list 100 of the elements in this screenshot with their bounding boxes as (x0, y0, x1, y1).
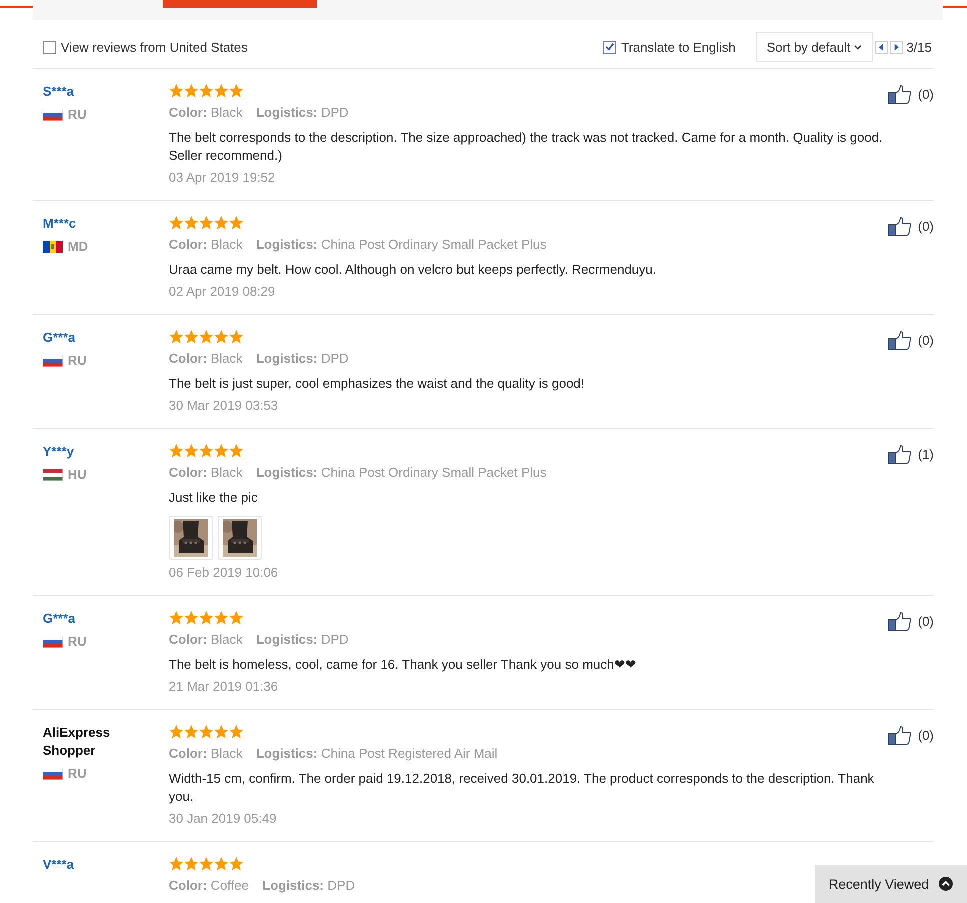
thumbs-up-icon (888, 217, 912, 236)
flag-icon (43, 354, 63, 366)
checkbox[interactable] (603, 40, 616, 54)
star-icon (229, 611, 244, 625)
reviewer-name[interactable]: V***a (43, 856, 123, 874)
star-icon (199, 857, 214, 871)
star-icon (214, 330, 229, 344)
logistics-label: Logistics: (256, 632, 318, 647)
star-icon (214, 84, 229, 98)
star-icon (184, 84, 199, 98)
review-date: 21 Mar 2019 01:36 (169, 679, 280, 694)
logistics-label: Logistics: (256, 351, 318, 366)
star-icon (214, 725, 229, 739)
country-code: RU (68, 107, 87, 122)
flag-icon (43, 768, 63, 780)
logistics-label: Logistics: (256, 105, 318, 120)
thumbs-up-icon (888, 726, 912, 745)
star-icon (169, 725, 184, 739)
star-icon (199, 725, 214, 739)
chevron-up-icon (939, 877, 954, 891)
star-icon (214, 444, 229, 458)
review-text: The belt corresponds to the description. The size approached) the track was not tracked. Came for a month. Quality is good. Seller recommend.) (169, 129, 884, 165)
checkbox[interactable] (43, 40, 56, 54)
star-icon (169, 611, 184, 625)
reviewer-name[interactable]: G***a (43, 610, 123, 628)
logistics-label: Logistics: (256, 237, 318, 252)
reviewer-name[interactable]: S***a (43, 83, 123, 101)
photo-thumbnail[interactable] (169, 516, 213, 560)
like-button[interactable]: (0) (888, 85, 934, 104)
logistics-label: Logistics: (262, 878, 324, 893)
star-icon (229, 857, 244, 871)
logistics-value: DPD (321, 632, 349, 647)
logistics-value: China Post Ordinary Small Packet Plus (321, 465, 547, 480)
previous-page-button[interactable] (874, 40, 888, 54)
star-icon (229, 725, 244, 739)
flag-icon (43, 108, 63, 120)
reviewer-name[interactable]: Y***y (43, 443, 123, 461)
star-icon (169, 330, 184, 344)
review-date: 30 Jan 2019 05:49 (169, 811, 278, 826)
translate-checkbox[interactable]: Translate to English (603, 40, 736, 54)
reviewer-name[interactable]: G***a (43, 329, 123, 347)
star-icon (229, 216, 244, 230)
caret-icon (854, 44, 862, 50)
review-date: 03 Apr 2019 19:52 (169, 170, 276, 185)
next-page-button[interactable] (890, 40, 903, 54)
star-icon (184, 611, 199, 625)
star-icon (229, 330, 244, 344)
star-icon (184, 444, 199, 458)
color-value: Black (210, 632, 243, 647)
logistics-label: Logistics: (256, 465, 318, 480)
star-icon (229, 444, 244, 458)
logistics-value: China Post Ordinary Small Packet Plus (321, 237, 547, 252)
like-button[interactable]: (1) (888, 445, 934, 464)
flag-icon (43, 468, 63, 480)
recently-viewed-button[interactable]: Recently Viewed (815, 865, 967, 903)
logistics-label: Logistics: (256, 746, 318, 761)
like-button[interactable]: (0) (888, 217, 934, 236)
flag-icon (43, 240, 63, 252)
thumbs-up-icon (888, 612, 912, 631)
review-text: Just like the pic (169, 489, 259, 507)
color-label: Color: (169, 237, 208, 252)
star-icon (199, 216, 214, 230)
color-label: Color: (169, 632, 208, 647)
star-icon (199, 84, 214, 98)
star-icon (199, 444, 214, 458)
country-code: MD (68, 239, 88, 254)
star-icon (169, 84, 184, 98)
review-text: The belt is homeless, cool, came for 16. Thank you seller Thank you so much❤❤ (169, 656, 638, 674)
star-icon (169, 857, 184, 871)
right-triangle-icon (894, 44, 899, 50)
star-icon (184, 725, 199, 739)
reviewer-name: AliExpress Shopper (43, 724, 112, 760)
review-text: Uraa came my belt. How cool. Although on velcro but keeps perfectly. Recrmenduyu. (169, 261, 658, 279)
country-code: HU (68, 467, 87, 482)
sort-dropdown[interactable]: Sort by default (756, 32, 873, 62)
like-button[interactable]: (0) (888, 726, 934, 745)
color-label: Color: (169, 351, 208, 366)
color-value: Black (210, 465, 243, 480)
like-button[interactable]: (0) (888, 612, 934, 631)
thumbs-up-icon (888, 445, 912, 464)
reviewer-name[interactable]: M***c (43, 215, 123, 233)
star-icon (199, 330, 214, 344)
page-counter: 3/15 (906, 40, 932, 54)
color-label: Color: (169, 746, 208, 761)
review-date: 06 Feb 2019 10:06 (169, 565, 280, 580)
photo-thumbnail[interactable] (218, 516, 262, 560)
logistics-value: DPD (328, 878, 356, 893)
color-value: Black (210, 105, 243, 120)
like-button[interactable]: (0) (888, 331, 934, 350)
thumbs-up-icon (888, 331, 912, 350)
country-code: RU (68, 766, 87, 781)
review-date: 30 Mar 2019 03:53 (169, 398, 280, 413)
logistics-value: DPD (321, 351, 349, 366)
left-triangle-icon (878, 44, 884, 50)
star-icon (184, 216, 199, 230)
color-value: Black (210, 746, 243, 761)
country-filter-checkbox[interactable]: View reviews from United States (43, 40, 248, 54)
logistics-value: China Post Registered Air Mail (321, 746, 498, 761)
star-icon (214, 611, 229, 625)
color-label: Color: (169, 465, 208, 480)
